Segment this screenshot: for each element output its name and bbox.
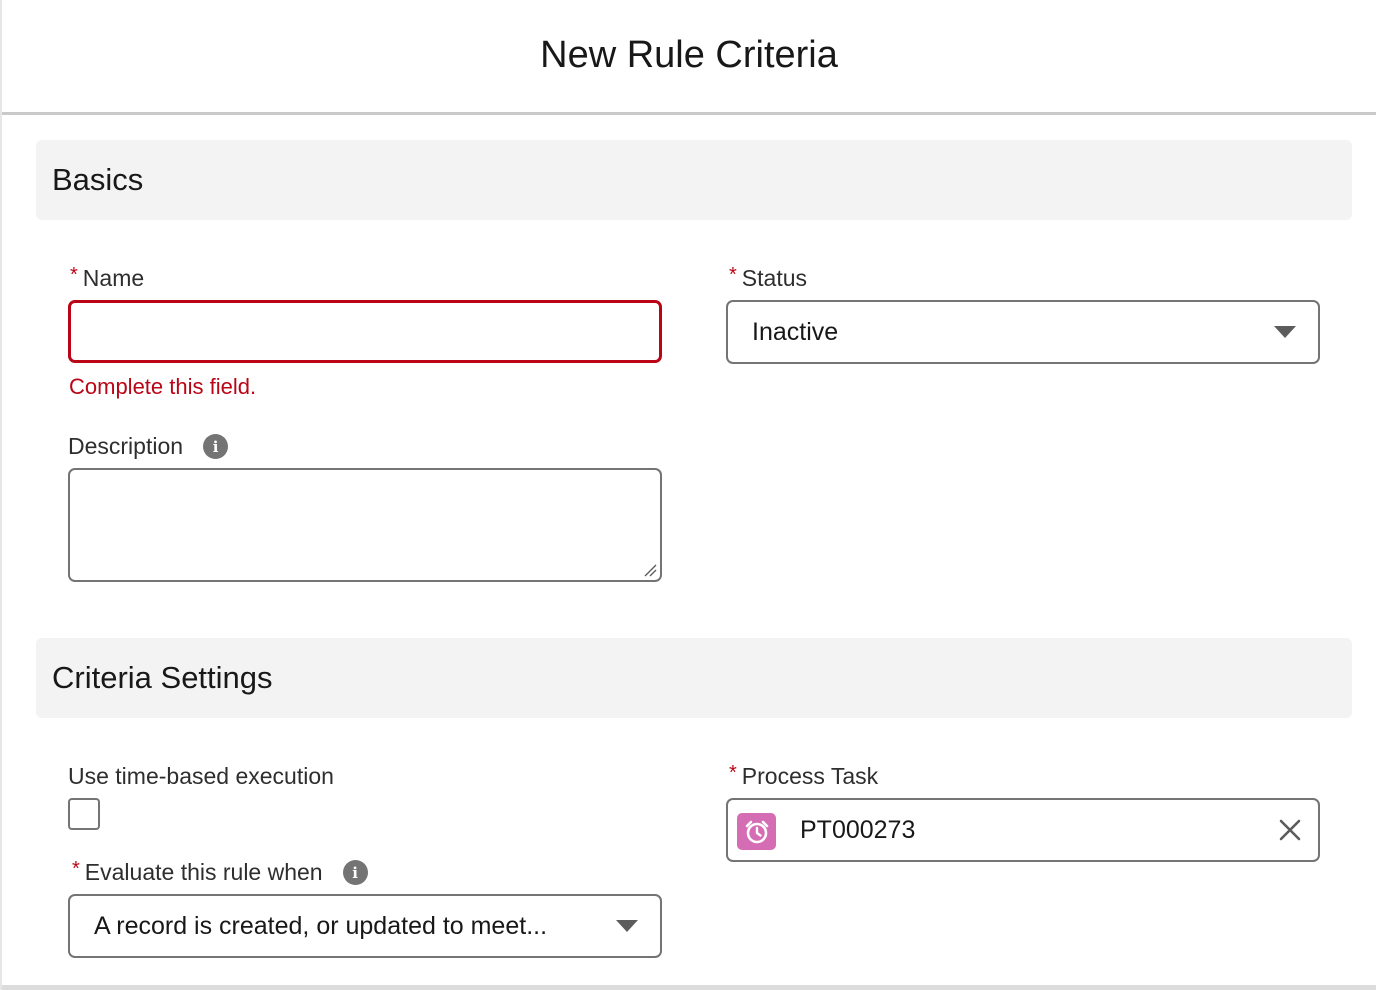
required-mark: * — [729, 762, 737, 784]
chevron-down-icon — [616, 920, 638, 932]
modal-header: New Rule Criteria — [2, 0, 1376, 115]
status-label: * Status — [729, 264, 808, 292]
status-selected-value: Inactive — [752, 317, 839, 346]
info-icon[interactable]: i — [342, 860, 368, 885]
process-task-label: * Process Task — [729, 762, 879, 790]
evaluate-label: * Evaluate this rule when i — [72, 858, 368, 886]
process-task-label-text: Process Task — [741, 763, 879, 789]
section-header-basics[interactable]: Basics — [36, 140, 1352, 220]
alarm-clock-icon — [737, 813, 776, 850]
description-textarea[interactable] — [68, 468, 662, 582]
chevron-down-icon — [1274, 326, 1296, 338]
evaluate-select[interactable]: A record is created, or updated to meet.… — [68, 894, 662, 958]
status-label-text: Status — [741, 265, 808, 291]
name-input[interactable] — [68, 300, 662, 363]
section-title-criteria-settings: Criteria Settings — [52, 660, 273, 695]
section-title-basics: Basics — [52, 162, 144, 197]
close-icon[interactable] — [1278, 818, 1302, 842]
status-select[interactable]: Inactive — [726, 300, 1320, 364]
description-label-text: Description — [68, 433, 184, 459]
required-mark: * — [729, 264, 737, 286]
rule-criteria-modal: New Rule Criteria Basics * Name Complete… — [0, 0, 1376, 990]
required-mark: * — [70, 264, 78, 286]
process-task-lookup[interactable]: PT000273 — [726, 798, 1320, 862]
modal-footer-divider — [2, 985, 1376, 990]
time-based-label-text: Use time-based execution — [68, 763, 334, 789]
resize-handle-icon[interactable] — [643, 563, 657, 577]
name-label-text: Name — [82, 265, 145, 291]
info-icon[interactable]: i — [203, 434, 229, 459]
required-mark: * — [72, 858, 80, 880]
evaluate-selected-value: A record is created, or updated to meet.… — [94, 911, 548, 940]
description-label: Description i — [68, 433, 229, 460]
modal-title: New Rule Criteria — [540, 33, 838, 76]
name-label: * Name — [70, 264, 145, 292]
section-header-criteria-settings[interactable]: Criteria Settings — [36, 638, 1352, 718]
name-error-message: Complete this field. — [69, 374, 257, 399]
time-based-checkbox[interactable] — [68, 798, 100, 830]
evaluate-label-text: Evaluate this rule when — [84, 859, 323, 885]
process-task-value: PT000273 — [800, 815, 916, 844]
time-based-label: Use time-based execution — [68, 763, 334, 790]
